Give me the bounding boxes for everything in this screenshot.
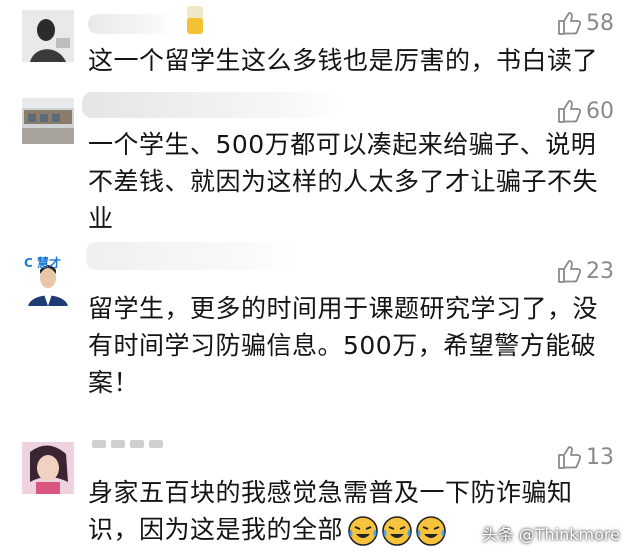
- like-count: 23: [586, 258, 614, 284]
- like-button-2[interactable]: 60: [556, 96, 614, 126]
- username-redacted: [82, 92, 342, 118]
- commenter-avatar-3[interactable]: C 慧才: [22, 254, 74, 306]
- avatar-photo-icon: [22, 442, 74, 494]
- comment-2: 60 一个学生、500万都可以凑起来给骗子、说明不差钱、就因为这样的人太多了才让…: [0, 92, 640, 233]
- like-count: 60: [586, 98, 614, 124]
- commenter-avatar-4[interactable]: [22, 442, 74, 494]
- emoji-group: [347, 515, 449, 547]
- like-count: 58: [586, 10, 614, 36]
- username-redacted: [88, 14, 178, 34]
- crying-laughing-emoji-icon: [348, 516, 378, 546]
- thumbs-up-icon: [558, 100, 582, 123]
- thumbs-up-icon: [558, 12, 582, 35]
- commenter-avatar-2[interactable]: [22, 98, 74, 144]
- drink-icon: [187, 6, 203, 34]
- thumbs-up-icon: [558, 446, 582, 469]
- crying-laughing-emoji-icon: [382, 516, 412, 546]
- username-redacted: [86, 242, 296, 270]
- avatar-photo-icon: [22, 10, 74, 62]
- comment-3: C 慧才 23 留学生，更多的时间用于课题研究学习了，没有时间学习防骗信息。50…: [0, 240, 640, 420]
- comment-text-1: 这一个留学生这么多钱也是厉害的，书白读了: [88, 46, 599, 75]
- watermark: 头条 @Thinkmore: [481, 525, 620, 544]
- like-button-1[interactable]: 58: [556, 8, 614, 38]
- comment-1: 58 这一个留学生这么多钱也是厉害的，书白读了: [0, 0, 640, 92]
- like-button-4[interactable]: 13: [556, 442, 614, 472]
- thumbs-up-icon: [558, 260, 582, 283]
- like-count: 13: [586, 444, 614, 470]
- comment-text-2: 一个学生、500万都可以凑起来给骗子、说明不差钱、就因为这样的人太多了才让骗子不…: [88, 130, 599, 233]
- crying-laughing-emoji-icon: [416, 516, 446, 546]
- username-redacted: [92, 440, 163, 448]
- comment-text-3: 留学生，更多的时间用于课题研究学习了，没有时间学习防骗信息。500万，希望警方能…: [88, 294, 599, 397]
- like-button-3[interactable]: 23: [556, 256, 614, 286]
- commenter-avatar-1[interactable]: [22, 10, 74, 62]
- avatar-photo-icon: [22, 98, 74, 144]
- avatar-label: C 慧才: [24, 256, 61, 270]
